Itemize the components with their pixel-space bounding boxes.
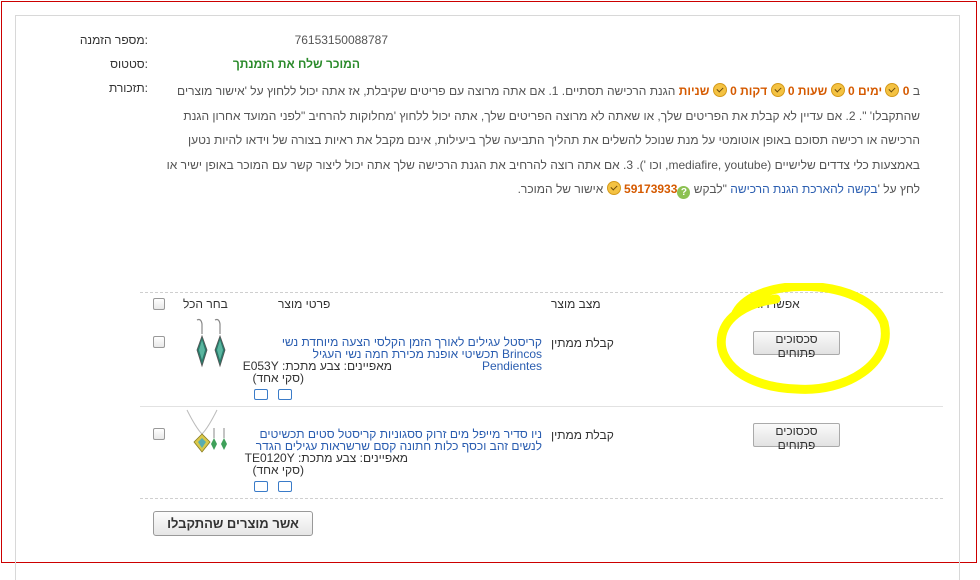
reminder-prefix: ב — [912, 84, 920, 98]
clock-icon — [606, 181, 621, 195]
order-number: 76153150088787 — [294, 33, 388, 47]
snapshot-icon[interactable] — [278, 389, 292, 400]
shipping-icon[interactable] — [254, 481, 268, 492]
countdown-days-unit: ימים — [857, 84, 883, 98]
col-state-header: מצב מוצר — [551, 297, 601, 311]
help-icon[interactable]: ? — [677, 186, 691, 199]
row-divider — [140, 406, 943, 407]
earrings-thumbnail[interactable] — [187, 318, 227, 370]
reminder-label: תזכורת: — [108, 81, 148, 95]
product-state: קבלת ממתין — [551, 336, 614, 350]
confirm-received-button[interactable]: אשר מוצרים שהתקבלו — [153, 511, 313, 536]
order-number-label: מספר הזמנה: — [79, 33, 148, 47]
extend-protection-link[interactable]: בקשה להארכת הגנת הרכישה — [730, 182, 877, 196]
reminder-text: ב 0 ימים 0 שעות 0 דקות 0 שניות הגנת הרכי… — [150, 79, 920, 202]
highlight-annotation — [716, 283, 890, 394]
open-dispute-button[interactable]: סכסוכים פתוחים — [753, 423, 840, 452]
select-all-checkbox[interactable] — [153, 298, 165, 310]
clock-icon — [770, 83, 785, 97]
countdown-seconds-value: 0 — [730, 84, 737, 98]
table-bottom-divider — [140, 498, 943, 499]
reminder-body-2: "לבקש — [693, 182, 727, 196]
countdown-minutes-unit: דקות — [740, 84, 768, 98]
order-status: המוכר שלח את הזמנתך — [232, 57, 360, 71]
reminder-body-3: אישור של המוכר. — [517, 182, 604, 196]
countdown-seconds-unit: שניות — [678, 84, 710, 98]
col-select-all-header: בחר הכל — [183, 297, 228, 311]
product-quantity: (סקי אחד) — [252, 463, 304, 477]
row-checkbox[interactable] — [153, 428, 165, 440]
countdown-days-value: 0 — [902, 84, 910, 98]
clock-icon — [885, 83, 900, 97]
countdown-hours-value: 0 — [847, 84, 855, 98]
clock-icon — [830, 83, 845, 97]
reminder-body: הגנת הרכישה תסתיים. 1. אם אתה מרוצה עם פ… — [166, 84, 920, 196]
clock-icon — [712, 83, 727, 97]
row-checkbox[interactable] — [153, 336, 165, 348]
countdown-minutes-value: 0 — [787, 84, 795, 98]
seller-points[interactable]: 59173933 — [624, 182, 677, 196]
product-title-link[interactable]: ניו סדיר מייפל מים זרוק ססגוניות קריסטל … — [252, 428, 542, 452]
status-label: סטטוס: — [110, 57, 148, 71]
col-details-header: פרטי מוצר — [278, 297, 331, 311]
snapshot-icon[interactable] — [278, 481, 292, 492]
countdown-hours-unit: שעות — [797, 84, 828, 98]
product-state: קבלת ממתין — [551, 428, 614, 442]
shipping-icon[interactable] — [254, 389, 268, 400]
jewelry-set-thumbnail[interactable] — [184, 408, 230, 456]
product-quantity: (סקי אחד) — [252, 371, 304, 385]
